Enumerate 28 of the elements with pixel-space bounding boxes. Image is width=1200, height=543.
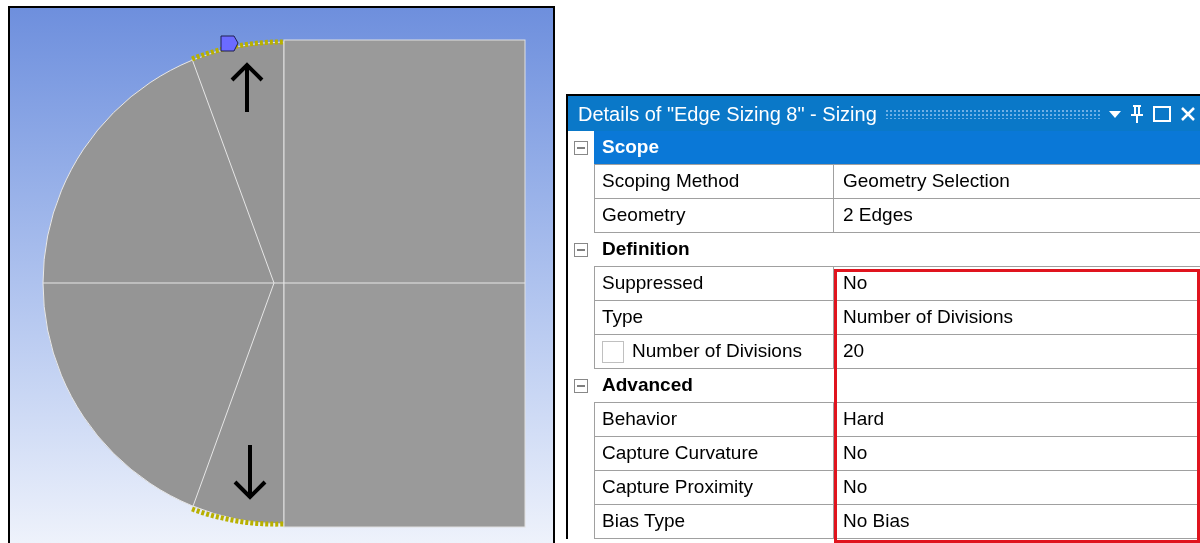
close-icon[interactable] (1180, 105, 1196, 122)
panel-title: Details of "Edge Sizing 8" - Sizing (578, 101, 877, 127)
property-value[interactable]: Geometry Selection (843, 167, 1010, 196)
property-label: Geometry (602, 203, 686, 228)
property-value[interactable]: No (843, 269, 868, 298)
collapse-icon[interactable] (574, 379, 588, 393)
property-value[interactable]: 2 Edges (843, 201, 913, 230)
property-label: Capture Proximity (602, 475, 753, 500)
property-value[interactable]: No Bias (843, 507, 910, 536)
group-header[interactable]: Scope (594, 131, 1200, 165)
property-value[interactable]: Number of Divisions (843, 303, 1013, 332)
property-value[interactable]: 20 (843, 337, 865, 366)
property-label: Behavior (602, 407, 677, 432)
property-label: Type (602, 305, 644, 330)
property-label: Number of Divisions (632, 339, 802, 364)
checkbox[interactable] (602, 340, 624, 363)
collapse-icon[interactable] (574, 141, 588, 155)
property-label: Suppressed (602, 271, 704, 296)
property-label: Scoping Method (602, 169, 740, 194)
collapse-icon[interactable] (574, 243, 588, 257)
maximize-icon[interactable] (1152, 104, 1172, 123)
property-value[interactable]: No (843, 473, 868, 502)
property-label: Capture Curvature (602, 441, 759, 466)
property-label: Bias Type (602, 509, 686, 534)
property-value[interactable]: Hard (843, 405, 885, 434)
dropdown-icon[interactable] (1108, 108, 1122, 119)
pin-icon[interactable] (1130, 103, 1144, 124)
property-value[interactable]: No (843, 439, 868, 468)
